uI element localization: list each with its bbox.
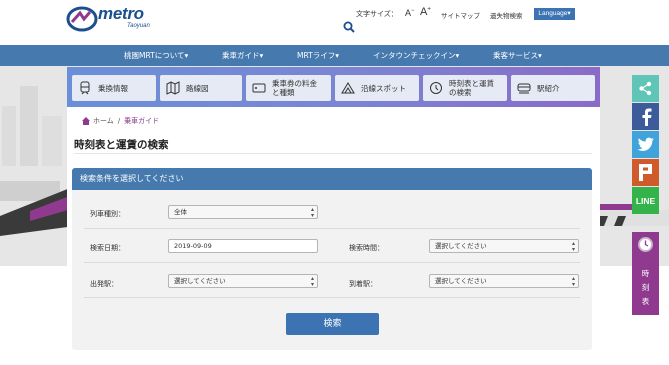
train-icon	[80, 81, 90, 95]
breadcrumb: ホーム / 乗車ガイド	[82, 116, 159, 126]
search-icon[interactable]	[343, 21, 355, 33]
font-decrease-button[interactable]: A−	[405, 8, 415, 18]
search-date-label: 検索日期：	[90, 244, 125, 252]
title-divider	[74, 153, 592, 154]
ticket-icon	[252, 83, 266, 93]
site-header: metro Taoyuan 文字サイズ： A− A+ サイトマップ 遺失物検索 …	[0, 0, 669, 45]
quick-station-info[interactable]: 駅紹介	[511, 75, 595, 101]
share-icon	[639, 81, 652, 96]
timetable-char: 刻	[641, 283, 650, 292]
breadcrumb-current[interactable]: 乗車ガイド	[124, 116, 159, 126]
language-dropdown[interactable]: Language▾	[534, 8, 575, 20]
search-time-label: 検索時間：	[349, 244, 384, 252]
nav-item-mrt-life[interactable]: MRTライフ▾	[297, 45, 339, 66]
sitemap-link[interactable]: サイトマップ	[441, 10, 480, 20]
row-divider	[84, 262, 580, 263]
mountain-icon	[341, 82, 355, 94]
clock-icon	[430, 82, 442, 94]
line-button[interactable]: LINE	[632, 187, 659, 214]
share-button[interactable]	[632, 75, 659, 102]
arrival-station-select[interactable]: 選択してください ▴ ▾	[429, 274, 579, 288]
select-arrows-icon: ▴ ▾	[571, 240, 575, 253]
search-time-select[interactable]: 選択してください ▴ ▾	[429, 239, 579, 253]
map-icon	[166, 81, 180, 95]
clock-icon	[638, 237, 653, 252]
train-type-label: 列車種別：	[90, 210, 125, 218]
quick-timetable-fare-search[interactable]: 時刻表と運賃の検索	[423, 75, 507, 101]
timetable-char: 時	[641, 269, 650, 278]
quick-ticket-fares[interactable]: 乗車券の料金と種類	[246, 75, 331, 101]
station-train-icon	[517, 83, 531, 94]
nav-item-passenger-service[interactable]: 乗客サービス▾	[493, 45, 542, 66]
timetable-char: 表	[641, 297, 650, 306]
quick-transfer-info[interactable]: 乗換情報	[72, 75, 156, 101]
twitter-icon	[637, 137, 654, 151]
quick-sightseeing-spots[interactable]: 沿線スポット	[335, 75, 419, 101]
train-type-select[interactable]: 全体 ▴ ▾	[168, 205, 318, 219]
timetable-side-button[interactable]: 時 刻 表	[632, 232, 659, 315]
select-arrows-icon: ▴ ▾	[571, 275, 575, 288]
breadcrumb-separator: /	[117, 117, 121, 125]
facebook-icon	[642, 108, 651, 126]
logo-subtitle: Taoyuan	[127, 23, 150, 29]
nav-item-intown-checkin[interactable]: インタウンチェックイン▾	[373, 45, 459, 66]
select-arrows-icon: ▴ ▾	[310, 275, 314, 288]
page-title: 時刻表と運賃の検索	[74, 139, 169, 151]
nav-item-ride-guide[interactable]: 乗車ガイド▾	[222, 45, 263, 66]
search-date-input[interactable]: 2019-09-09	[168, 239, 318, 253]
row-divider	[84, 297, 580, 298]
main-nav: 桃園MRTについて▾ 乗車ガイド▾ MRTライフ▾ インタウンチェックイン▾ 乗…	[0, 45, 669, 66]
lost-items-link[interactable]: 遺失物検索	[490, 10, 523, 20]
logo-text: metro	[98, 4, 144, 23]
twitter-button[interactable]	[632, 131, 659, 158]
plurk-button[interactable]	[632, 159, 659, 186]
select-arrows-icon: ▴ ▾	[310, 206, 314, 219]
row-divider	[84, 228, 580, 229]
departure-station-select[interactable]: 選択してください ▴ ▾	[168, 274, 318, 288]
nav-item-about[interactable]: 桃園MRTについて▾	[124, 45, 188, 66]
departure-station-label: 出発駅：	[90, 280, 118, 288]
facebook-button[interactable]	[632, 103, 659, 130]
arrival-station-label: 到着駅：	[349, 280, 377, 288]
plurk-icon	[639, 164, 652, 181]
font-increase-button[interactable]: A+	[420, 6, 431, 18]
quick-menu: 乗換情報 路線図 乗車券の料金と種類 沿線スポット 時刻表と運賃の検索 駅紹介	[67, 67, 600, 107]
font-size-label: 文字サイズ：	[356, 10, 398, 18]
home-icon	[82, 117, 90, 125]
search-button[interactable]: 検索	[286, 313, 379, 335]
breadcrumb-home[interactable]: ホーム	[93, 116, 114, 126]
search-panel-header: 検索条件を選択してください	[72, 168, 592, 190]
quick-route-map[interactable]: 路線図	[160, 75, 242, 101]
